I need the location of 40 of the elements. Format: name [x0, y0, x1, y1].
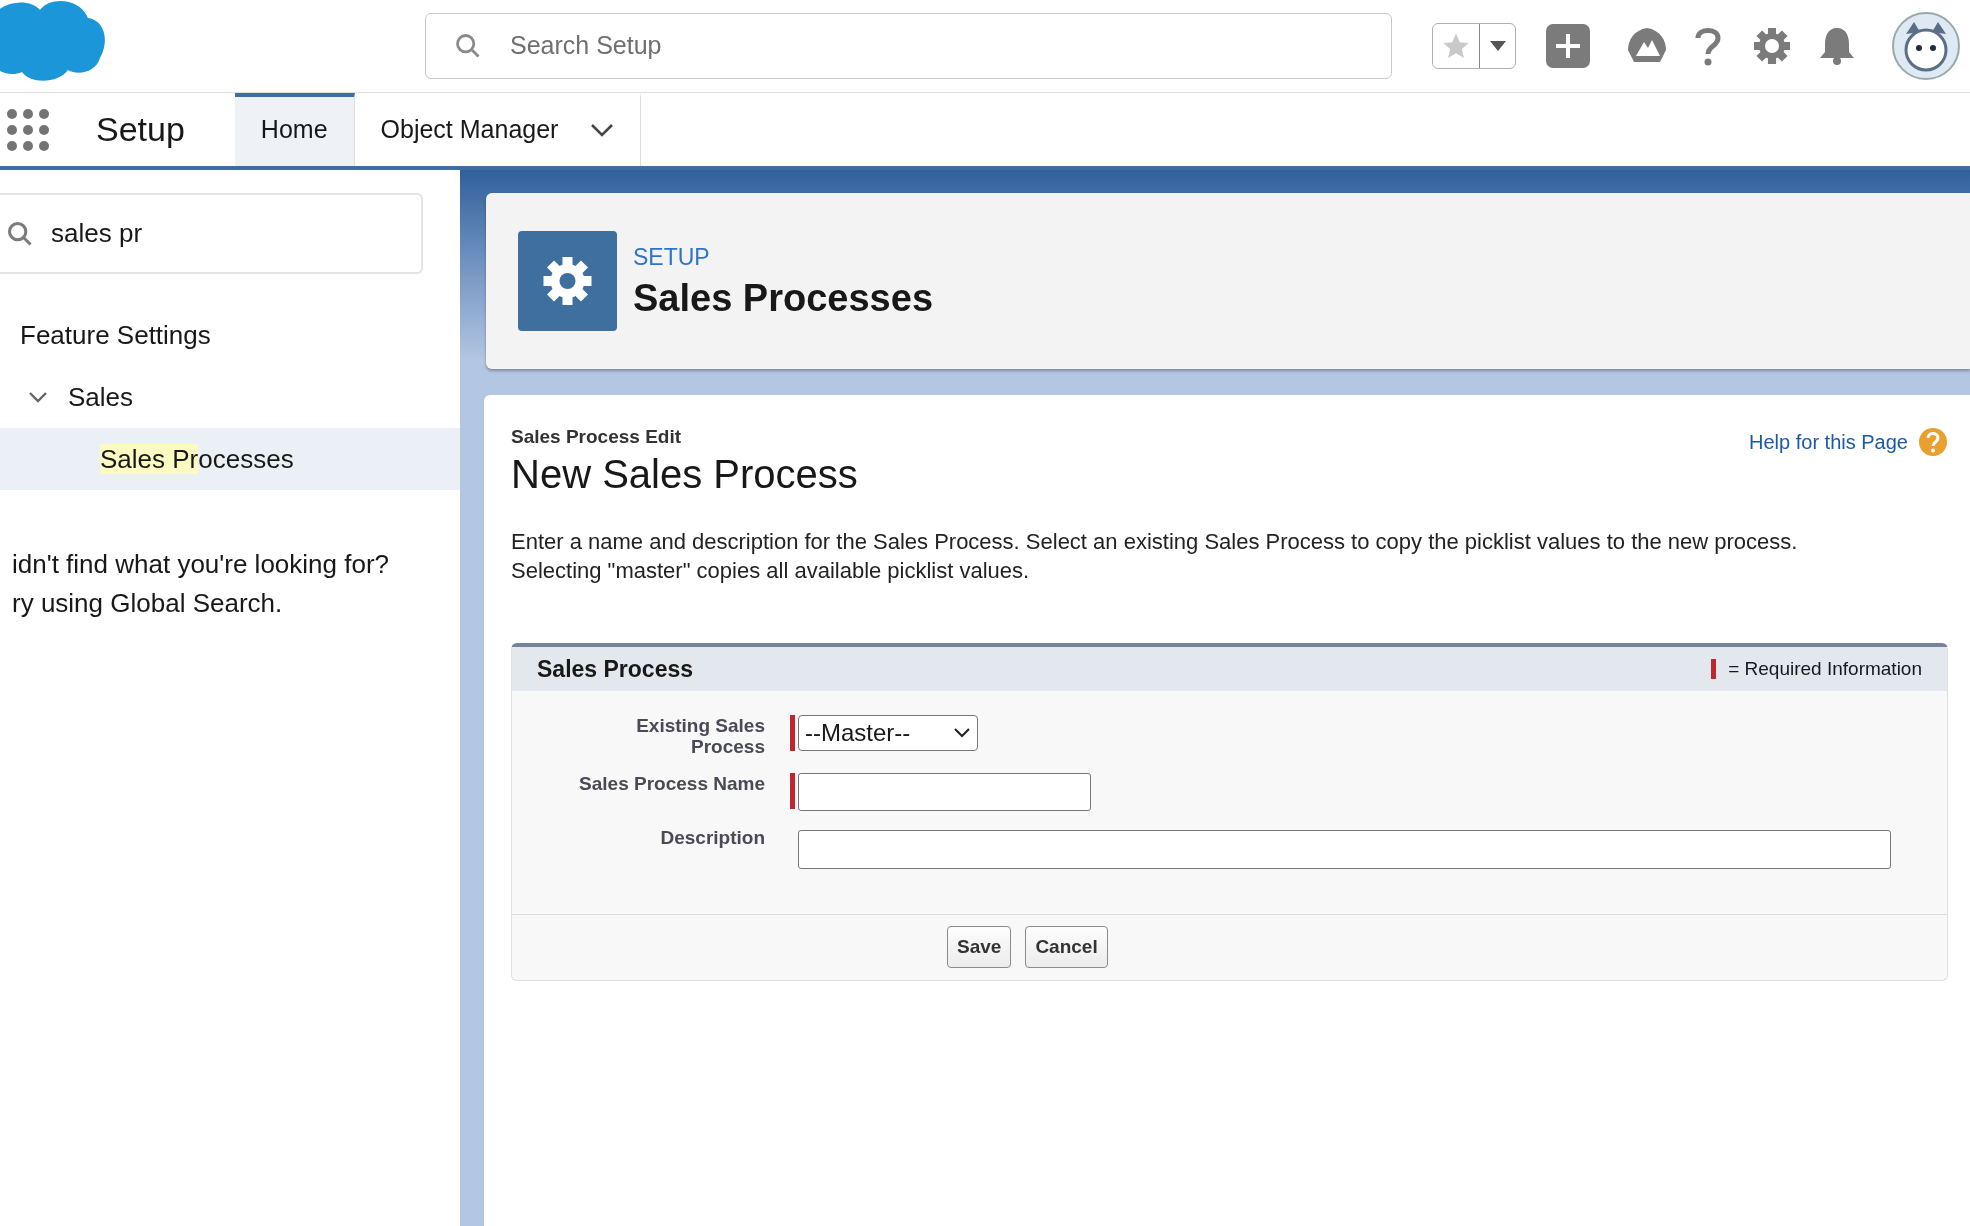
help-icon[interactable] — [1694, 26, 1722, 66]
breadcrumb: SETUP — [633, 243, 711, 272]
search-input[interactable]: sales pr — [51, 214, 421, 253]
plus-icon[interactable] — [1546, 24, 1590, 68]
chevron-down-icon[interactable] — [28, 391, 48, 403]
help-icon[interactable] — [1918, 427, 1948, 457]
field-label: Description — [659, 826, 765, 848]
dropdown[interactable]: --Master-- — [798, 714, 978, 751]
tree-item[interactable]: Sales — [68, 377, 134, 417]
required-legend: = Required Information — [1728, 654, 1922, 683]
avatar[interactable] — [1892, 12, 1960, 80]
search-field[interactable]: Search Setup — [425, 13, 1392, 79]
field-label: Existing Sales Process — [635, 714, 765, 757]
tree-item[interactable]: Feature Settings — [20, 315, 211, 355]
favorites-button[interactable] — [1432, 23, 1516, 69]
settings-icon — [518, 231, 617, 331]
form-button[interactable]: Cancel — [1025, 926, 1108, 969]
search-field[interactable]: sales pr — [0, 193, 423, 274]
help-link[interactable]: Help for this Page — [1749, 427, 1908, 457]
search-input[interactable]: Search Setup — [510, 27, 1363, 65]
section-title: Sales Process — [537, 654, 693, 684]
settings-icon[interactable] — [1752, 26, 1792, 66]
app-launcher-icon[interactable] — [5, 106, 51, 153]
search-icon — [6, 219, 34, 248]
app-name: Setup — [96, 109, 185, 150]
required-marker — [1711, 658, 1717, 679]
text-field[interactable] — [798, 772, 1091, 811]
bell-icon[interactable] — [1818, 26, 1856, 66]
page-title: Sales Processes — [633, 275, 933, 321]
help-text: ry using Global Search. — [11, 587, 284, 620]
intro-text: Enter a name and description for the Sales Process. Select an existing Sales Process to copy the picklist values to the new process. Selecting "master" copies all available picklist values. — [511, 527, 1799, 585]
chevron-down-icon — [953, 726, 971, 739]
search-icon — [454, 32, 482, 60]
form-title: New Sales Process — [511, 450, 858, 498]
text-field[interactable] — [798, 829, 1891, 869]
help-text: idn't find what you're looking for? — [11, 548, 391, 581]
form-subtitle: Sales Process Edit — [511, 425, 683, 449]
field-label: Sales Process Name — [578, 772, 765, 794]
nav-tab[interactable]: Home — [234, 93, 355, 166]
form-button[interactable]: Save — [947, 926, 1012, 969]
